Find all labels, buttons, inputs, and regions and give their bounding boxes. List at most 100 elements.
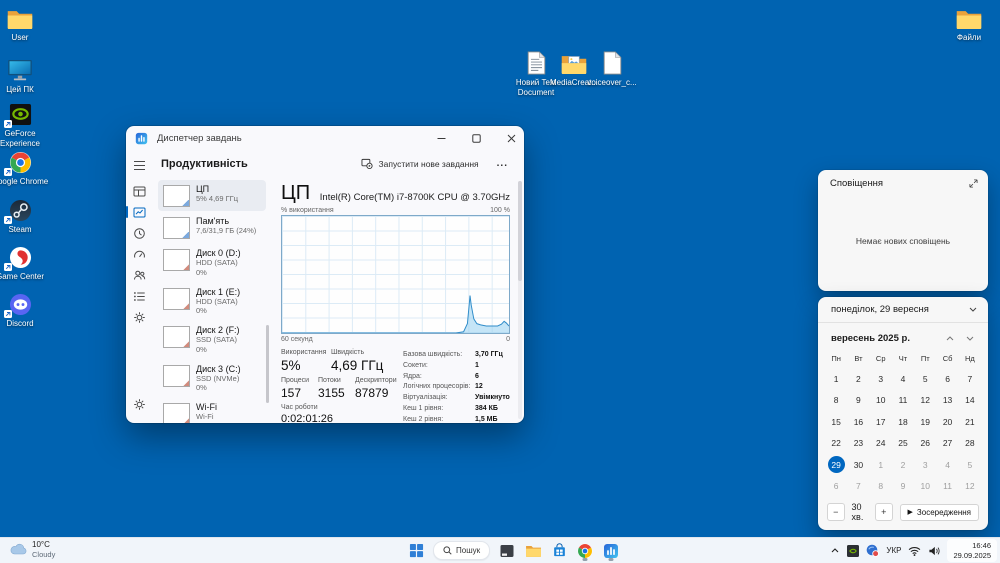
weather-widget[interactable]: 10°C Cloudy — [10, 540, 55, 559]
calendar-date-header[interactable]: понеділок, 29 вересня — [818, 297, 988, 323]
calendar-day[interactable]: 10 — [914, 476, 936, 498]
calendar-day[interactable]: 8 — [870, 476, 892, 498]
calendar-day[interactable]: 5 — [959, 454, 981, 476]
calendar-day[interactable]: 26 — [914, 433, 936, 455]
calendar-day[interactable]: 11 — [936, 476, 958, 498]
desktop-icon-файли[interactable]: Файли — [937, 5, 1000, 43]
calendar-prev-month-button[interactable] — [940, 331, 960, 345]
menu-icon[interactable] — [130, 155, 150, 176]
notifications-expand-icon[interactable] — [969, 179, 978, 188]
perf-sidebar-item-wi-fi[interactable]: Wi-FiWi-FiS: 0 R: 8,0 Кбіт/с — [158, 398, 266, 423]
calendar-day[interactable]: 9 — [847, 390, 869, 412]
perf-sidebar-item-пам-ять[interactable]: Пам'ять 7,6/31,9 ГБ (24%) — [158, 212, 266, 243]
perf-sidebar-item-диск-3-c[interactable]: Диск 3 (C:) SSD (NVMe) 0% — [158, 360, 266, 398]
search-box[interactable]: Пошук — [433, 541, 491, 560]
calendar-day[interactable]: 2 — [892, 454, 914, 476]
microsoft-store-taskbar-icon[interactable] — [550, 541, 568, 561]
calendar-day[interactable]: 23 — [847, 433, 869, 455]
desktop-icon-geforce-experience[interactable]: GeForce Experience — [0, 101, 52, 148]
users-icon[interactable] — [130, 265, 150, 286]
details-icon[interactable] — [130, 286, 150, 307]
desktop-icon-voiceover-c[interactable]: voiceover_c... — [580, 50, 644, 88]
app-orb-tray-icon[interactable] — [866, 544, 880, 557]
minimize-button[interactable] — [428, 126, 454, 150]
focus-timer-decrease-button[interactable]: − — [827, 503, 845, 521]
calendar-day[interactable]: 6 — [825, 476, 847, 498]
calendar-day[interactable]: 12 — [914, 390, 936, 412]
calendar-day-selected[interactable]: 29 — [825, 454, 847, 476]
calendar-day[interactable]: 19 — [914, 411, 936, 433]
calendar-day[interactable]: 7 — [959, 368, 981, 390]
calendar-day[interactable]: 3 — [914, 454, 936, 476]
run-new-task-button[interactable]: Запустити нове завдання — [355, 155, 484, 172]
settings-gear-icon[interactable] — [130, 394, 150, 415]
perf-sidebar-item-диск-1-e[interactable]: Диск 1 (E:) HDD (SATA) 0% — [158, 283, 266, 321]
calendar-day[interactable]: 10 — [870, 390, 892, 412]
calendar-next-month-button[interactable] — [960, 331, 980, 345]
calendar-day[interactable]: 30 — [847, 454, 869, 476]
calendar-day[interactable]: 18 — [892, 411, 914, 433]
calendar-day[interactable]: 16 — [847, 411, 869, 433]
calendar-day[interactable]: 27 — [936, 433, 958, 455]
perf-sidebar-item-цп[interactable]: ЦП 5% 4,69 ГГц — [158, 180, 266, 211]
tray-overflow-chevron-icon[interactable] — [830, 547, 840, 554]
calendar-day[interactable]: 11 — [892, 390, 914, 412]
tray-date: 29.09.2025 — [953, 550, 991, 560]
nvidia-tray-icon[interactable] — [847, 544, 860, 557]
close-button[interactable] — [498, 126, 524, 150]
calendar-day[interactable]: 1 — [825, 368, 847, 390]
app-history-icon[interactable] — [130, 223, 150, 244]
calendar-day[interactable]: 13 — [936, 390, 958, 412]
maximize-button[interactable] — [463, 126, 489, 150]
calendar-day[interactable]: 8 — [825, 390, 847, 412]
desktop-icon-google-chrome[interactable]: Google Chrome — [0, 149, 52, 187]
calendar-day[interactable]: 9 — [892, 476, 914, 498]
title-bar[interactable]: Диспетчер завдань — [126, 126, 524, 150]
services-icon[interactable] — [130, 307, 150, 328]
desktop-icon-steam[interactable]: Steam — [0, 197, 52, 235]
more-options-button[interactable]: ... — [493, 158, 512, 169]
calendar-day[interactable]: 2 — [847, 368, 869, 390]
perf-sidebar-item-диск-0-d[interactable]: Диск 0 (D:) HDD (SATA) 0% — [158, 244, 266, 282]
startup-apps-icon[interactable] — [130, 244, 150, 265]
calendar-day[interactable]: 21 — [959, 411, 981, 433]
desktop-icon-цей-пк[interactable]: Цей ПК — [0, 57, 52, 95]
calendar-day[interactable]: 14 — [959, 390, 981, 412]
calendar-day[interactable]: 15 — [825, 411, 847, 433]
desktop-icon-user[interactable]: User — [0, 5, 52, 43]
sidebar-scrollbar[interactable] — [266, 324, 269, 404]
cpu-usage-chart[interactable] — [281, 215, 510, 334]
window-scrollbar[interactable] — [518, 181, 522, 419]
processes-icon[interactable] — [130, 181, 150, 202]
calendar-day[interactable]: 28 — [959, 433, 981, 455]
cpu-details: Базова швидкість: 3,70 ГГц Сокети: 1 Ядра: 6 Л… — [397, 349, 510, 423]
desktop-icon-discord[interactable]: Discord — [0, 291, 52, 329]
start-button[interactable] — [407, 541, 425, 561]
desktop-app-taskbar-icon[interactable] — [498, 541, 516, 561]
desktop-icon-game-center[interactable]: Game Center — [0, 244, 52, 282]
calendar-day[interactable]: 3 — [870, 368, 892, 390]
file-explorer-taskbar-icon[interactable] — [524, 541, 542, 561]
calendar-day[interactable]: 24 — [870, 433, 892, 455]
calendar-day[interactable]: 5 — [914, 368, 936, 390]
calendar-day[interactable]: 4 — [892, 368, 914, 390]
calendar-day[interactable]: 6 — [936, 368, 958, 390]
google-chrome-taskbar-icon[interactable] — [576, 541, 594, 561]
volume-icon[interactable] — [928, 546, 940, 556]
language-indicator[interactable]: УКР — [886, 546, 901, 555]
calendar-day[interactable]: 7 — [847, 476, 869, 498]
focus-session-button[interactable]: ▶ Зосередження — [899, 503, 979, 521]
calendar-day[interactable]: 17 — [870, 411, 892, 433]
calendar-day[interactable]: 1 — [870, 454, 892, 476]
performance-icon[interactable] — [126, 202, 150, 223]
focus-timer-increase-button[interactable]: + — [874, 503, 893, 521]
calendar-day[interactable]: 20 — [936, 411, 958, 433]
calendar-day[interactable]: 22 — [825, 433, 847, 455]
calendar-day[interactable]: 4 — [936, 454, 958, 476]
perf-sidebar-item-диск-2-f[interactable]: Диск 2 (F:) SSD (SATA) 0% — [158, 321, 266, 359]
wifi-icon[interactable] — [908, 546, 921, 556]
task-manager-taskbar-icon[interactable] — [602, 541, 620, 561]
calendar-day[interactable]: 12 — [959, 476, 981, 498]
calendar-day[interactable]: 25 — [892, 433, 914, 455]
clock-tray-button[interactable]: 16:46 29.09.2025 — [947, 539, 997, 562]
